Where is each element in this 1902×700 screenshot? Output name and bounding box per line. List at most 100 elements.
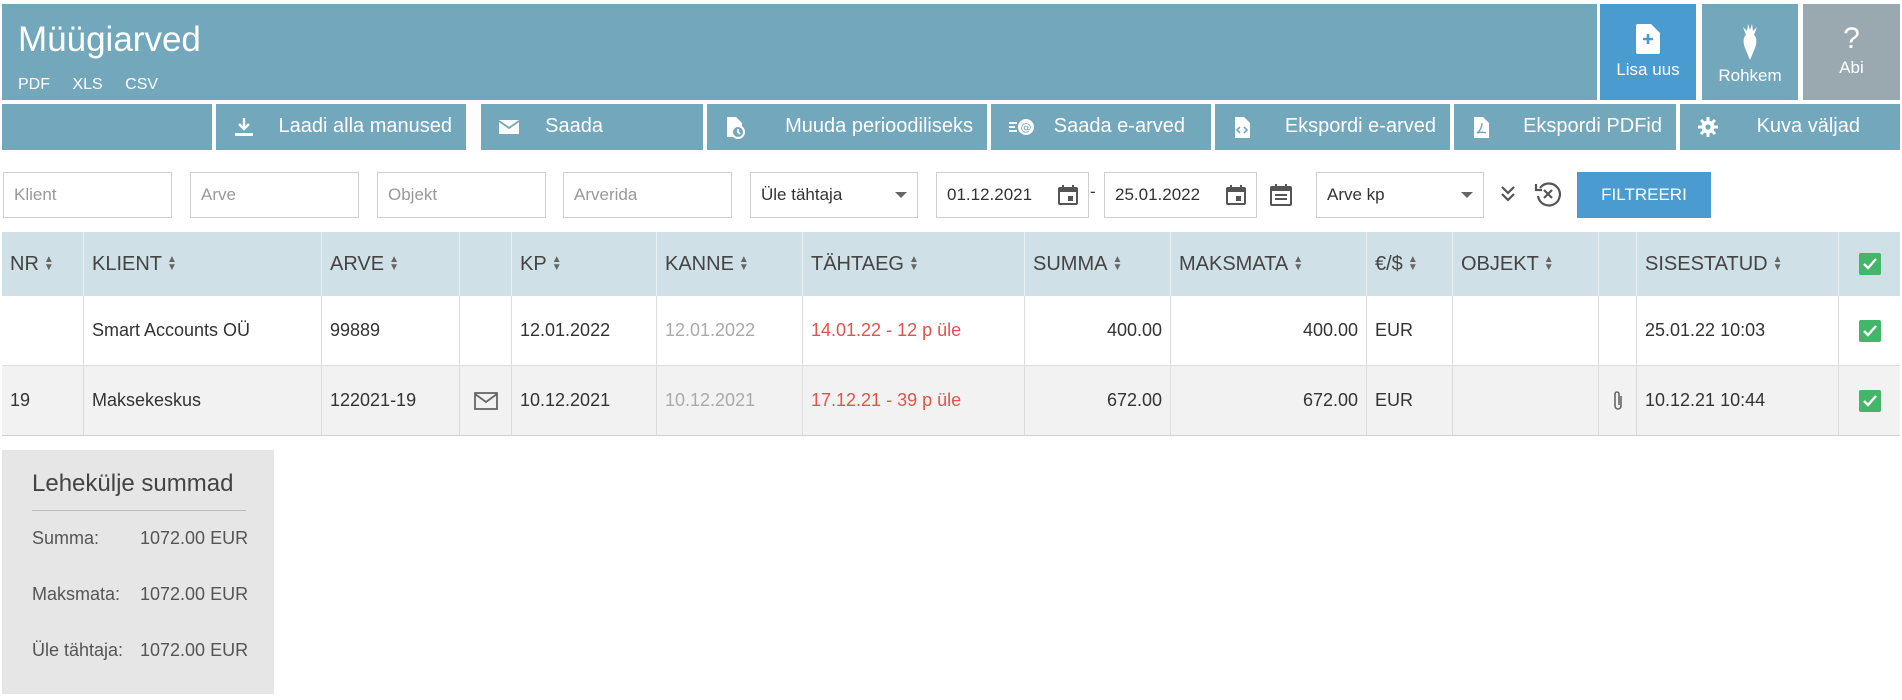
- column-header-invoice[interactable]: ARVE ▲ ▼: [322, 232, 460, 296]
- cell-nr: 19: [2, 366, 84, 435]
- more-button[interactable]: Rohkem: [1702, 4, 1798, 100]
- show-fields-button[interactable]: Kuva väljad: [1680, 104, 1900, 150]
- column-header-client[interactable]: KLIENT ▲ ▼: [84, 232, 322, 296]
- help-button[interactable]: ? Abi: [1803, 4, 1900, 100]
- filter-button[interactable]: FILTREERI: [1577, 172, 1711, 218]
- cell-due: 14.01.22 - 12 p üle: [803, 296, 1025, 365]
- cell-nr: [2, 296, 84, 365]
- help-label: Abi: [1839, 58, 1864, 77]
- select-all-checkbox[interactable]: [1839, 232, 1900, 296]
- add-new-button[interactable]: Lisa uus: [1600, 4, 1696, 100]
- date-from-input[interactable]: 01.12.2021: [936, 172, 1089, 218]
- row-checkbox[interactable]: [1839, 296, 1900, 365]
- export-xls-link[interactable]: XLS: [72, 76, 102, 93]
- send-einvoices-button[interactable]: @ Saada e-arved: [991, 104, 1211, 150]
- send-button[interactable]: Saada: [481, 104, 703, 150]
- date-to-value: 25.01.2022: [1115, 185, 1201, 204]
- checkbox-checked-icon: [1858, 253, 1881, 275]
- page-totals-title: Lehekülje summad: [32, 470, 234, 497]
- date-to-input[interactable]: 25.01.2022: [1104, 172, 1257, 218]
- chevron-down-icon: [1461, 192, 1473, 198]
- carrot-icon: [1743, 24, 1757, 60]
- download-attachments-button[interactable]: Laadi alla manused: [216, 104, 466, 150]
- more-label: Rohkem: [1718, 66, 1782, 85]
- column-header-kp[interactable]: KP ▲ ▼: [512, 232, 657, 296]
- page-totals-panel: Lehekülje summad Summa: 1072.00 EUR Maks…: [2, 450, 274, 694]
- date-range-picker-icon[interactable]: [1270, 184, 1292, 206]
- export-pdfs-button[interactable]: Ekspordi PDFid: [1454, 104, 1676, 150]
- expand-filters-icon[interactable]: [1500, 185, 1516, 203]
- divider: [32, 510, 246, 511]
- column-header-unpaid[interactable]: MAKSMATA ▲ ▼: [1171, 232, 1367, 296]
- date-field-select[interactable]: Arve kp: [1316, 172, 1484, 218]
- cell-sent-status: [460, 296, 512, 365]
- export-pdfs-label: Ekspordi PDFid: [1523, 115, 1662, 137]
- calendar-icon[interactable]: [1058, 185, 1078, 205]
- sort-icon: ▲ ▼: [1293, 254, 1304, 273]
- invoice-rows-filter-input[interactable]: [563, 172, 732, 218]
- cell-invoice[interactable]: 122021-19: [322, 366, 460, 435]
- sort-icon: ▲ ▼: [1543, 254, 1554, 273]
- column-header-label: KP: [520, 252, 547, 275]
- sort-icon: ▲ ▼: [551, 254, 562, 273]
- question-icon: ?: [1843, 22, 1860, 55]
- client-filter-input[interactable]: [3, 172, 172, 218]
- column-header-entered[interactable]: SISESTATUD ▲ ▼: [1637, 232, 1839, 296]
- svg-text:@: @: [1021, 121, 1032, 134]
- sort-icon: ▲ ▼: [389, 254, 400, 273]
- pdf-document-icon: [1474, 117, 1489, 138]
- make-periodic-label: Muuda perioodiliseks: [785, 115, 973, 137]
- cell-client[interactable]: Maksekeskus: [84, 366, 322, 435]
- chevron-down-icon: [895, 192, 907, 198]
- column-header-label: TÄHTAEG: [811, 252, 904, 275]
- export-csv-link[interactable]: CSV: [125, 76, 158, 93]
- column-header-due[interactable]: TÄHTAEG ▲ ▼: [803, 232, 1025, 296]
- status-select[interactable]: Üle tähtaja: [750, 172, 918, 218]
- column-header-file: [1599, 232, 1637, 296]
- paperclip-icon: [1613, 390, 1622, 410]
- calendar-icon[interactable]: [1226, 185, 1246, 205]
- column-header-entry[interactable]: KANNE ▲ ▼: [657, 232, 803, 296]
- cell-kp: 10.12.2021: [512, 366, 657, 435]
- column-header-object[interactable]: OBJEKT ▲ ▼: [1453, 232, 1599, 296]
- show-fields-label: Kuva väljad: [1756, 115, 1860, 137]
- table-row[interactable]: 19 Maksekeskus 122021-19 10.12.2021 10.1…: [2, 366, 1900, 436]
- sum-label: Summa:: [32, 528, 100, 548]
- cell-attachment[interactable]: [1599, 366, 1637, 435]
- cell-currency: EUR: [1367, 366, 1453, 435]
- page-header: Müügiarved PDF XLS CSV: [2, 4, 1597, 100]
- column-header-nr[interactable]: NR ▲ ▼: [2, 232, 84, 296]
- sort-icon: ▲ ▼: [167, 254, 177, 273]
- sort-icon: ▲ ▼: [1407, 254, 1418, 273]
- invoice-filter-input[interactable]: [190, 172, 359, 218]
- client-filter-field[interactable]: [14, 185, 161, 205]
- reset-filters-icon[interactable]: [1534, 180, 1562, 208]
- export-links: PDF XLS CSV: [18, 76, 176, 94]
- cell-kp: 12.01.2022: [512, 296, 657, 365]
- send-label: Saada: [545, 115, 603, 137]
- invoice-filter-field[interactable]: [201, 185, 348, 205]
- row-checkbox[interactable]: [1839, 366, 1900, 435]
- export-einvoices-button[interactable]: Ekspordi e-arved: [1215, 104, 1450, 150]
- cell-invoice[interactable]: 99889: [322, 296, 460, 365]
- column-header-label: SISESTATUD: [1645, 252, 1768, 275]
- column-header-currency[interactable]: €/$ ▲ ▼: [1367, 232, 1453, 296]
- invoice-rows-filter-field[interactable]: [574, 185, 721, 205]
- export-pdf-link[interactable]: PDF: [18, 76, 50, 93]
- cell-sum: 400.00: [1025, 296, 1171, 365]
- column-header-label: KANNE: [665, 252, 734, 275]
- cell-due: 17.12.21 - 39 p üle: [803, 366, 1025, 435]
- column-header-sum[interactable]: SUMMA ▲ ▼: [1025, 232, 1171, 296]
- cell-client[interactable]: Smart Accounts OÜ: [84, 296, 322, 365]
- gear-icon: [1698, 117, 1718, 137]
- column-header-label: MAKSMATA: [1179, 252, 1289, 275]
- object-filter-input[interactable]: [377, 172, 546, 218]
- column-header-label: NR: [10, 252, 39, 275]
- make-periodic-button[interactable]: Muuda perioodiliseks: [707, 104, 987, 150]
- object-filter-field[interactable]: [388, 185, 535, 205]
- status-select-value: Üle tähtaja: [761, 185, 843, 204]
- unpaid-label: Maksmata:: [32, 584, 121, 604]
- table-row[interactable]: Smart Accounts OÜ 99889 12.01.2022 12.01…: [2, 296, 1900, 366]
- mail-icon: [499, 120, 519, 134]
- cell-unpaid: 672.00: [1171, 366, 1367, 435]
